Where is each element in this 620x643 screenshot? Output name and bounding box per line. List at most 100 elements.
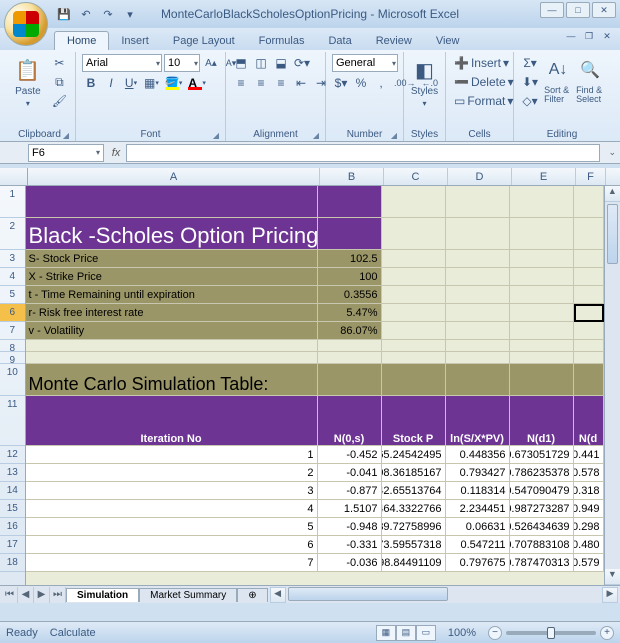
orientation[interactable]: ⟳▾ [292,54,312,72]
row-header[interactable]: 11 [0,396,25,446]
table-cell[interactable]: 0.579 [574,554,604,572]
mc-title-cell[interactable]: Monte Carlo Simulation Table: [26,364,318,396]
table-cell[interactable]: 0.949 [574,500,604,518]
tab-nav-prev[interactable]: ◀ [18,587,34,603]
qat-undo[interactable]: ↶ [78,6,94,22]
row-header[interactable]: 15 [0,500,25,518]
cut-button[interactable]: ✂ [50,54,69,72]
table-cell[interactable]: 3 [26,482,318,500]
tab-view[interactable]: View [424,32,472,50]
align-middle[interactable]: ◫ [252,54,270,72]
close-button[interactable]: ✕ [592,2,616,18]
scroll-down[interactable]: ▼ [605,569,620,585]
col-header-a[interactable]: A [28,168,320,185]
param-label[interactable]: X - Strike Price [26,268,318,286]
row-header[interactable]: 9 [0,352,25,364]
table-cell[interactable]: 42.65513764 [382,482,446,500]
fill-button[interactable]: ⬇▾ [520,73,540,91]
row-header[interactable]: 10 [0,364,25,396]
mc-col-header[interactable]: Iteration No [26,396,318,446]
font-color-button[interactable]: A▾ [186,74,208,92]
qat-customize[interactable]: ▾ [122,6,138,22]
view-normal[interactable]: ▦ [376,625,396,641]
expand-formula-bar[interactable]: ⌄ [608,147,616,158]
maximize-button[interactable]: □ [566,2,590,18]
table-cell[interactable]: -0.452 [318,446,382,464]
align-right[interactable]: ≡ [272,74,290,92]
zoom-out[interactable]: − [488,626,502,640]
doc-close[interactable]: ✕ [600,30,614,42]
col-header-e[interactable]: E [512,168,576,185]
clear-button[interactable]: ◇▾ [520,92,540,110]
table-cell[interactable]: 73.59557318 [382,536,446,554]
fx-icon[interactable]: fx [106,147,126,159]
table-cell[interactable]: 98.84491109 [382,554,446,572]
underline-button[interactable]: U▾ [122,74,140,92]
table-cell[interactable]: 5 [26,518,318,536]
percent-format[interactable]: % [352,74,370,92]
table-cell[interactable]: 0.298 [574,518,604,536]
formula-bar[interactable] [126,144,600,162]
table-cell[interactable]: 0.987273287 [510,500,574,518]
param-label[interactable]: r- Risk free interest rate [26,304,318,322]
table-cell[interactable]: 0.547211 [446,536,510,554]
tab-nav-last[interactable]: ⏭ [50,587,66,603]
align-left[interactable]: ≡ [232,74,250,92]
tab-review[interactable]: Review [364,32,424,50]
mc-col-header[interactable]: ln(S/X*PV) [446,396,510,446]
zoom-in[interactable]: + [600,626,614,640]
qat-save[interactable]: 💾 [56,6,72,22]
fill-color-button[interactable]: 🪣▾ [163,74,185,92]
minimize-button[interactable]: — [540,2,564,18]
table-cell[interactable]: 98.36185167 [382,464,446,482]
sheet-tab-simulation[interactable]: Simulation [66,588,139,602]
styles-button[interactable]: ◧ Styles ▾ [410,54,439,108]
scroll-left[interactable]: ◀ [270,587,286,603]
cells-grid[interactable]: Black -Scholes Option Pricing S- Stock P… [26,186,604,585]
tab-insert[interactable]: Insert [109,32,161,50]
param-label[interactable]: t - Time Remaining until expiration [26,286,318,304]
row-header[interactable]: 13 [0,464,25,482]
row-header[interactable]: 7 [0,322,25,340]
decrease-indent[interactable]: ⇤ [292,74,310,92]
table-cell[interactable]: 1 [26,446,318,464]
scroll-right[interactable]: ▶ [602,587,618,603]
row-header[interactable]: 6 [0,304,25,322]
param-value[interactable]: 100 [318,268,382,286]
zoom-slider[interactable] [506,631,596,635]
table-cell[interactable]: -0.036 [318,554,382,572]
table-cell[interactable]: 0.448356 [446,446,510,464]
row-header[interactable]: 2 [0,218,25,250]
align-center[interactable]: ≡ [252,74,270,92]
col-header-c[interactable]: C [384,168,448,185]
table-cell[interactable]: 0.318 [574,482,604,500]
view-page-layout[interactable]: ▤ [396,625,416,641]
table-cell[interactable]: 0.118314 [446,482,510,500]
number-dialog-launcher[interactable]: ◢ [391,131,397,140]
vertical-scrollbar[interactable]: ▲ ▼ [604,186,620,585]
scroll-up[interactable]: ▲ [605,186,620,202]
mc-col-header[interactable]: N(d1) [510,396,574,446]
font-dialog-launcher[interactable]: ◢ [213,131,219,140]
table-cell[interactable]: 4 [26,500,318,518]
zoom-level[interactable]: 100% [448,627,476,639]
col-header-f[interactable]: F [576,168,606,185]
table-cell[interactable]: -0.041 [318,464,382,482]
table-cell[interactable]: 39.72758996 [382,518,446,536]
row-header[interactable]: 16 [0,518,25,536]
tab-nav-next[interactable]: ▶ [34,587,50,603]
tab-nav-first[interactable]: ⏮ [2,587,18,603]
mc-col-header[interactable]: Stock P [382,396,446,446]
row-header[interactable]: 17 [0,536,25,554]
title-cell[interactable]: Black -Scholes Option Pricing [26,218,318,250]
paste-button[interactable]: 📋 Paste ▾ [10,54,46,108]
table-cell[interactable]: 0.787470313 [510,554,574,572]
bold-button[interactable]: B [82,74,100,92]
table-cell[interactable]: -0.877 [318,482,382,500]
mc-col-header[interactable]: N(d [574,396,604,446]
table-cell[interactable]: 0.797675 [446,554,510,572]
font-name-combo[interactable]: Arial▾ [82,54,162,72]
sheet-tab-market-summary[interactable]: Market Summary [139,588,237,602]
doc-restore[interactable]: ❐ [582,30,596,42]
table-cell[interactable]: 0.673051729 [510,446,574,464]
